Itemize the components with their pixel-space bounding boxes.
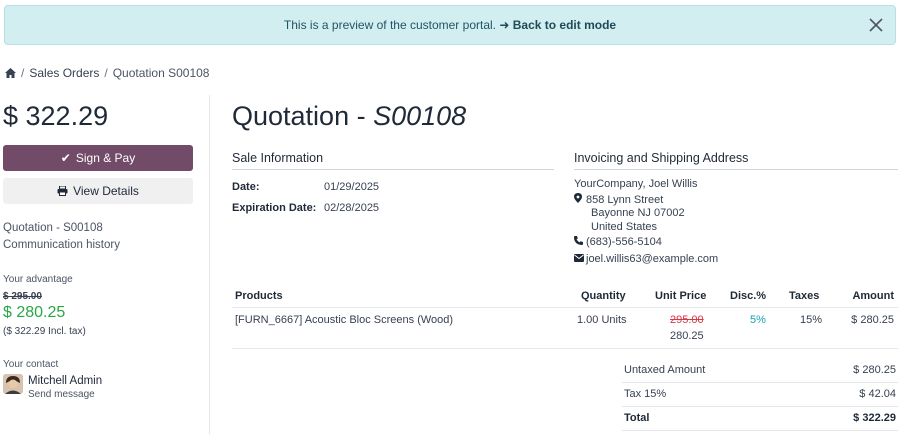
- banner-message: This is a preview of the customer portal…: [5, 18, 895, 32]
- title-prefix: Quotation -: [232, 101, 374, 131]
- line-discount: 5%: [750, 314, 766, 326]
- check-icon: ✔: [60, 151, 71, 165]
- preview-banner: This is a preview of the customer portal…: [4, 5, 896, 45]
- col-quantity: Quantity: [581, 290, 626, 302]
- sign-pay-button[interactable]: ✔ Sign & Pay: [3, 145, 193, 171]
- back-to-edit-link[interactable]: ➜ Back to edit mode: [499, 18, 616, 32]
- address-heading: Invoicing and Shipping Address: [574, 151, 898, 170]
- send-message-link[interactable]: Send message: [28, 389, 95, 400]
- col-amount: Amount: [852, 290, 894, 302]
- address-street-row: 858 Lynn Street: [574, 193, 663, 206]
- address-name: YourCompany, Joel Willis: [574, 178, 698, 190]
- communication-history-link[interactable]: Communication history: [3, 239, 120, 251]
- advantage-label: Your advantage: [3, 274, 73, 285]
- tax-row: Tax 15% $ 42.04: [622, 383, 898, 407]
- date-label: Date:: [232, 181, 260, 193]
- banner-text: This is a preview of the customer portal…: [283, 18, 496, 32]
- phone-number: (683)-556-5104: [586, 236, 662, 248]
- contact-name: Mitchell Admin: [28, 375, 103, 387]
- discounted-price: $ 280.25: [3, 304, 66, 321]
- tax-value: $ 42.04: [859, 388, 896, 400]
- email-address: joel.willis63@example.com: [586, 253, 719, 265]
- untaxed-amount-value: $ 280.25: [853, 364, 896, 376]
- tax-label: Tax 15%: [624, 388, 667, 400]
- close-icon[interactable]: [867, 16, 885, 34]
- quotation-link[interactable]: Quotation - S00108: [3, 222, 103, 234]
- col-unit-price: Unit Price: [655, 290, 707, 302]
- price-incl-tax: ($ 322.29 Incl. tax): [3, 326, 86, 337]
- table-header-divider: [232, 307, 898, 308]
- col-discount: Disc.%: [730, 290, 767, 302]
- untaxed-amount-row: Untaxed Amount $ 280.25: [622, 359, 898, 383]
- line-taxes: 15%: [800, 314, 823, 326]
- title-reference: S00108: [373, 101, 467, 131]
- total-label: Total: [624, 412, 650, 424]
- home-icon[interactable]: [5, 68, 16, 78]
- untaxed-amount-label: Untaxed Amount: [624, 364, 706, 376]
- contact-label: Your contact: [3, 359, 59, 370]
- line-quantity: 1.00 Units: [577, 314, 627, 326]
- sale-information-heading: Sale Information: [232, 151, 554, 170]
- expiration-label: Expiration Date:: [232, 202, 317, 214]
- breadcrumb: / Sales Orders / Quotation S00108: [5, 66, 209, 80]
- address-street: 858 Lynn Street: [586, 194, 664, 206]
- avatar: [3, 374, 23, 394]
- table-row-divider: [232, 348, 898, 349]
- print-icon: [57, 186, 68, 196]
- breadcrumb-separator: /: [104, 66, 108, 80]
- address-city: Bayonne NJ 07002: [591, 207, 685, 219]
- unit-price-discounted: 280.25: [670, 330, 704, 342]
- address-country: United States: [591, 221, 658, 233]
- old-price: $ 295.00: [3, 291, 42, 302]
- map-marker-icon: [574, 193, 586, 206]
- phone-row: (683)-556-5104: [574, 236, 662, 248]
- envelope-icon: [574, 253, 586, 265]
- email-row: joel.willis63@example.com: [574, 253, 718, 265]
- product-name[interactable]: [FURN_6667] Acoustic Bloc Screens (Wood): [235, 314, 453, 326]
- sign-pay-label: Sign & Pay: [75, 151, 136, 165]
- phone-icon: [574, 236, 586, 248]
- unit-price-original: 295.00: [670, 314, 704, 326]
- expiration-value: 02/28/2025: [324, 202, 380, 214]
- total-row: Total $ 322.29: [622, 407, 898, 431]
- view-details-label: View Details: [73, 184, 139, 198]
- breadcrumb-separator: /: [21, 66, 25, 80]
- total-value: $ 322.29: [853, 412, 896, 424]
- total-amount: $ 322.29: [3, 101, 109, 131]
- sidebar: $ 322.29 ✔ Sign & Pay View Details Quota…: [0, 95, 210, 434]
- breadcrumb-current: Quotation S00108: [112, 66, 210, 80]
- line-amount: $ 280.25: [851, 314, 894, 326]
- col-taxes: Taxes: [789, 290, 820, 302]
- view-details-button[interactable]: View Details: [3, 178, 193, 204]
- breadcrumb-sales-orders[interactable]: Sales Orders: [29, 66, 99, 80]
- date-value: 01/29/2025: [324, 181, 380, 193]
- back-to-edit-label[interactable]: Back to edit mode: [513, 18, 616, 32]
- col-products: Products: [235, 290, 283, 302]
- page-title: Quotation - S00108: [232, 101, 466, 132]
